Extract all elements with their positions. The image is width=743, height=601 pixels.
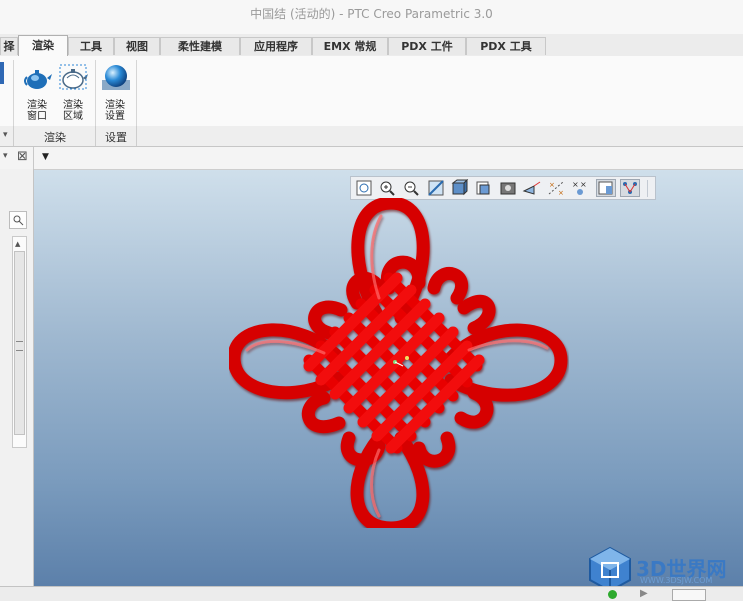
collapse-arrow-icon[interactable]: ▾	[3, 130, 8, 140]
zoom-out-icon[interactable]	[402, 179, 422, 197]
svg-text:×: ×	[558, 189, 564, 197]
tab-render[interactable]: 渲染	[18, 35, 68, 57]
in-graphics-toolbar: × × × ×	[350, 176, 656, 200]
svg-text:×: ×	[580, 180, 587, 189]
tree-filter-icon[interactable]	[9, 211, 27, 229]
regen-status-icon[interactable]	[608, 590, 617, 599]
selection-filter-dropdown[interactable]	[672, 589, 706, 601]
ribbon-panel: 渲染 窗口 渲染 区域 渲染 设置	[0, 56, 743, 152]
ribbon-group-labels: ▾ 渲染 设置	[0, 126, 743, 147]
secondary-toolbar: ▾ ⊠ ▼	[0, 147, 743, 170]
scroll-grip-icon	[16, 341, 23, 351]
group-divider	[136, 126, 137, 146]
svg-text:×: ×	[572, 180, 579, 189]
graphics-viewport[interactable]: × × × ×	[34, 170, 743, 586]
svg-text:×: ×	[549, 181, 555, 189]
title-bar: 中国结 (活动的) - PTC Creo Parametric 3.0	[0, 0, 743, 34]
zoom-in-icon[interactable]	[378, 179, 398, 197]
render-window-label-2: 窗口	[27, 111, 47, 122]
group-divider	[13, 126, 14, 146]
teapot-render-region-icon	[59, 64, 88, 90]
saved-orientations-icon[interactable]	[474, 179, 494, 197]
tab-select[interactable]: 择	[0, 37, 18, 55]
group-divider	[95, 126, 96, 146]
model-tree-toggle-icon[interactable]	[620, 179, 640, 197]
chinese-knot-model[interactable]	[229, 198, 569, 528]
toolbar-divider	[647, 180, 648, 197]
display-style-icon[interactable]	[450, 178, 470, 197]
ribbon-tab-bar: 择 渲染 工具 视图 柔性建模 应用程序 EMX 常规 PDX 工件 PDX 工…	[0, 34, 743, 57]
sphere-render-setup-icon	[102, 65, 130, 90]
tab-flexible-modeling[interactable]: 柔性建模	[160, 37, 240, 55]
graphics-dropdown-icon[interactable]: ▼	[42, 152, 49, 162]
render-window-button[interactable]: 渲染 窗口	[20, 60, 54, 124]
repaint-icon[interactable]	[426, 179, 446, 197]
tab-applications[interactable]: 应用程序	[240, 37, 312, 55]
tab-tools[interactable]: 工具	[68, 37, 114, 55]
view-manager-icon[interactable]	[498, 179, 518, 197]
render-setup-label-2: 设置	[105, 111, 125, 122]
tab-pdx-tools[interactable]: PDX 工具	[466, 37, 546, 55]
status-bar: ▶	[0, 586, 743, 601]
watermark-url: WWW.3DSJW.COM	[640, 576, 713, 585]
render-setup-label-1: 渲染	[105, 100, 125, 111]
scroll-up-icon[interactable]: ▲	[15, 240, 20, 248]
tree-scrollbar[interactable]: ▲	[12, 236, 27, 448]
group-label-setup[interactable]: 设置	[105, 129, 127, 145]
refit-icon[interactable]	[354, 179, 374, 197]
play-icon[interactable]: ▶	[640, 588, 648, 599]
close-icon[interactable]: ⊠	[17, 149, 28, 164]
dropdown-arrow-icon[interactable]: ▾	[3, 151, 8, 161]
group-label-render[interactable]: 渲染	[44, 129, 66, 145]
tab-emx-general[interactable]: EMX 常规	[312, 37, 388, 55]
render-window-label-1: 渲染	[27, 100, 47, 111]
window-title: 中国结 (活动的) - PTC Creo Parametric 3.0	[250, 7, 493, 21]
partial-icon	[0, 62, 4, 84]
render-region-label-2: 区域	[63, 111, 83, 122]
render-region-label-1: 渲染	[63, 100, 83, 111]
row-divider	[33, 147, 34, 169]
tab-pdx-workpiece[interactable]: PDX 工件	[388, 37, 466, 55]
render-region-button[interactable]: 渲染 区域	[56, 60, 90, 124]
perspective-view-icon[interactable]	[522, 179, 542, 197]
teapot-render-window-icon	[24, 70, 52, 89]
datum-display-icon[interactable]: × ×	[546, 179, 566, 197]
annotation-display-icon[interactable]: × ×	[570, 179, 590, 197]
render-setup-button[interactable]: 渲染 设置	[98, 60, 132, 124]
spin-center-icon[interactable]	[596, 179, 616, 197]
tab-view[interactable]: 视图	[114, 37, 160, 55]
